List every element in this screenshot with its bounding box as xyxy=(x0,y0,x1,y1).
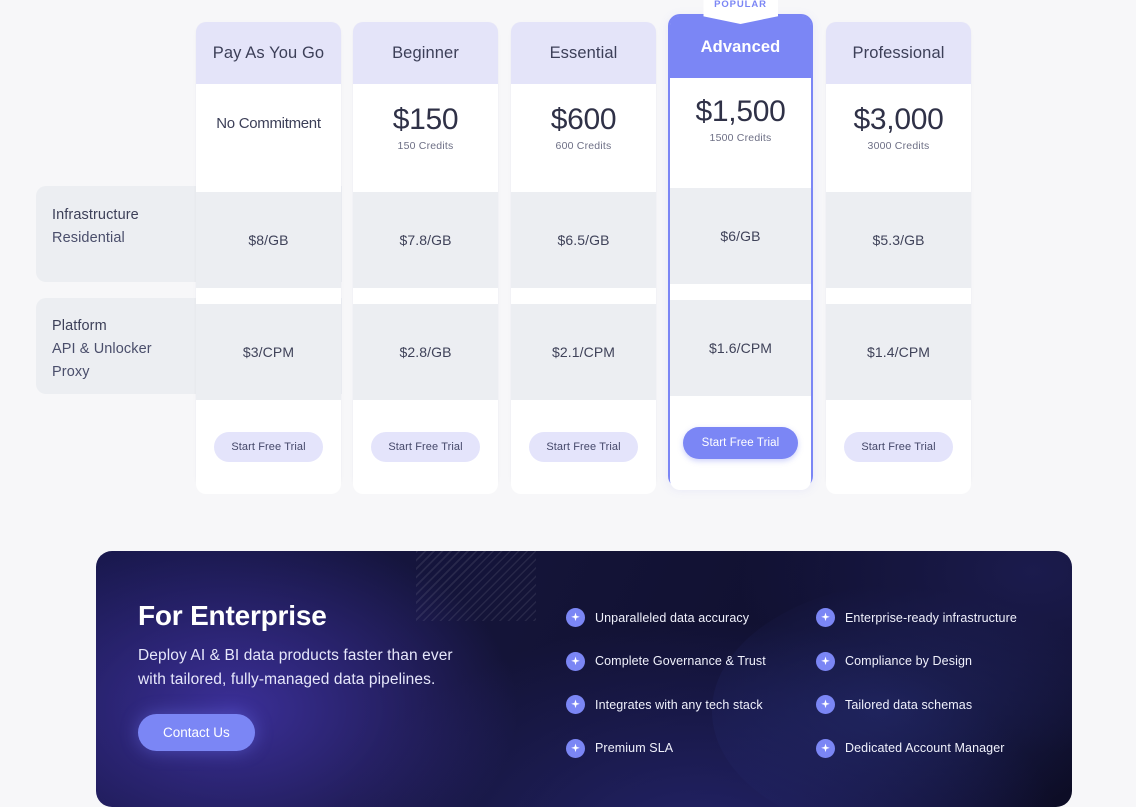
plan-price-block: No Commitment xyxy=(196,84,341,192)
enterprise-panel: For Enterprise Deploy AI & BI data produ… xyxy=(96,551,1072,807)
enterprise-feature-grid: Unparalleled data accuracy Enterprise-re… xyxy=(566,596,1046,770)
row-label-sub-1: Residential xyxy=(52,230,125,246)
enterprise-subtitle: Deploy AI & BI data products faster than… xyxy=(138,644,538,692)
plan-card-pay-as-you-go[interactable]: Pay As You Go No Commitment $8/GB $3/CPM… xyxy=(196,22,341,494)
start-free-trial-button[interactable]: Start Free Trial xyxy=(682,427,799,459)
plan-infrastructure-price: $6/GB xyxy=(670,188,811,284)
plan-price-block: $3,000 3000 Credits xyxy=(826,84,971,192)
plan-cta-container: Start Free Trial xyxy=(826,400,971,494)
plan-name: Advanced xyxy=(670,16,811,78)
plan-card-professional[interactable]: Professional $3,000 3000 Credits $5.3/GB… xyxy=(826,22,971,494)
enterprise-copy: For Enterprise Deploy AI & BI data produ… xyxy=(138,599,538,751)
plan-cta-container: Start Free Trial xyxy=(196,400,341,494)
feature-item: Compliance by Design xyxy=(816,640,1046,684)
contact-us-button[interactable]: Contact Us xyxy=(138,714,255,751)
plan-name: Pay As You Go xyxy=(196,22,341,84)
feature-item: Integrates with any tech stack xyxy=(566,683,816,727)
row-label-title: Platform xyxy=(52,318,107,334)
plan-name: Professional xyxy=(826,22,971,84)
plan-card-advanced[interactable]: POPULAR Advanced $1,500 1500 Credits $6/… xyxy=(668,0,813,490)
plan-infrastructure-price: $5.3/GB xyxy=(826,192,971,288)
row-divider xyxy=(353,288,498,304)
sparkle-icon xyxy=(816,608,835,628)
plan-price-block: $1,500 1500 Credits xyxy=(670,78,811,188)
row-divider xyxy=(826,288,971,304)
row-label-sub-1: API & Unlocker xyxy=(52,341,152,357)
plan-credits: 150 Credits xyxy=(397,140,454,152)
enterprise-title: For Enterprise xyxy=(138,600,327,631)
start-free-trial-button[interactable]: Start Free Trial xyxy=(844,432,953,462)
feature-label: Tailored data schemas xyxy=(845,697,973,712)
plan-price-block: $600 600 Credits xyxy=(511,84,656,192)
plan-credits: 3000 Credits xyxy=(867,140,930,152)
feature-label: Premium SLA xyxy=(595,741,674,756)
plan-price-block: $150 150 Credits xyxy=(353,84,498,192)
plan-platform-price: $1.6/CPM xyxy=(670,300,811,396)
plan-price: $600 xyxy=(550,103,617,136)
plan-credits: 1500 Credits xyxy=(709,132,772,144)
feature-label: Integrates with any tech stack xyxy=(595,697,763,712)
plan-price: $1,500 xyxy=(695,95,786,128)
enterprise-subtitle-line-1: Deploy AI & BI data products faster than… xyxy=(138,647,453,664)
plan-platform-price: $2.8/GB xyxy=(353,304,498,400)
sparkle-icon xyxy=(566,738,585,758)
plan-infrastructure-price: $7.8/GB xyxy=(353,192,498,288)
plan-cta-container: Start Free Trial xyxy=(670,396,811,490)
start-free-trial-button[interactable]: Start Free Trial xyxy=(371,432,480,462)
feature-item: Enterprise-ready infrastructure xyxy=(816,596,1046,640)
plan-infrastructure-price: $6.5/GB xyxy=(511,192,656,288)
plan-card-list: Pay As You Go No Commitment $8/GB $3/CPM… xyxy=(196,0,986,500)
enterprise-subtitle-line-2: with tailored, fully-managed data pipeli… xyxy=(138,671,436,688)
feature-label: Enterprise-ready infrastructure xyxy=(845,610,1017,625)
row-label-sub-2: Proxy xyxy=(52,364,90,380)
sparkle-icon xyxy=(566,608,585,628)
plan-cta-container: Start Free Trial xyxy=(511,400,656,494)
plan-infrastructure-price: $8/GB xyxy=(196,192,341,288)
sparkle-icon xyxy=(816,695,835,715)
plan-price: $150 xyxy=(392,103,459,136)
feature-item: Dedicated Account Manager xyxy=(816,727,1046,771)
plan-price: $3,000 xyxy=(853,103,944,136)
plan-cta-container: Start Free Trial xyxy=(353,400,498,494)
plan-name: Beginner xyxy=(353,22,498,84)
row-label-title: Infrastructure xyxy=(52,207,139,223)
sparkle-icon xyxy=(566,651,585,671)
plan-platform-price: $3/CPM xyxy=(196,304,341,400)
sparkle-icon xyxy=(566,695,585,715)
feature-item: Complete Governance & Trust xyxy=(566,640,816,684)
row-label-platform: Platform API & Unlocker Proxy xyxy=(52,315,152,384)
feature-label: Compliance by Design xyxy=(845,654,973,669)
feature-label: Complete Governance & Trust xyxy=(595,654,766,669)
sparkle-icon xyxy=(816,651,835,671)
row-divider xyxy=(511,288,656,304)
start-free-trial-button[interactable]: Start Free Trial xyxy=(529,432,638,462)
feature-label: Unparalleled data accuracy xyxy=(595,610,750,625)
start-free-trial-button[interactable]: Start Free Trial xyxy=(214,432,323,462)
feature-item: Tailored data schemas xyxy=(816,683,1046,727)
row-divider xyxy=(196,288,341,304)
plan-name: Essential xyxy=(511,22,656,84)
feature-label: Dedicated Account Manager xyxy=(845,741,1005,756)
feature-item: Unparalleled data accuracy xyxy=(566,596,816,640)
pricing-table: Infrastructure Residential Platform API … xyxy=(0,0,1136,500)
plan-card-essential[interactable]: Essential $600 600 Credits $6.5/GB $2.1/… xyxy=(511,22,656,494)
plan-platform-price: $2.1/CPM xyxy=(511,304,656,400)
sparkle-icon xyxy=(816,738,835,758)
feature-item: Premium SLA xyxy=(566,727,816,771)
plan-price: No Commitment xyxy=(216,115,321,132)
plan-credits: 600 Credits xyxy=(555,140,612,152)
plan-card-beginner[interactable]: Beginner $150 150 Credits $7.8/GB $2.8/G… xyxy=(353,22,498,494)
row-label-infrastructure: Infrastructure Residential xyxy=(52,204,139,250)
plan-platform-price: $1.4/CPM xyxy=(826,304,971,400)
row-divider xyxy=(670,284,811,300)
